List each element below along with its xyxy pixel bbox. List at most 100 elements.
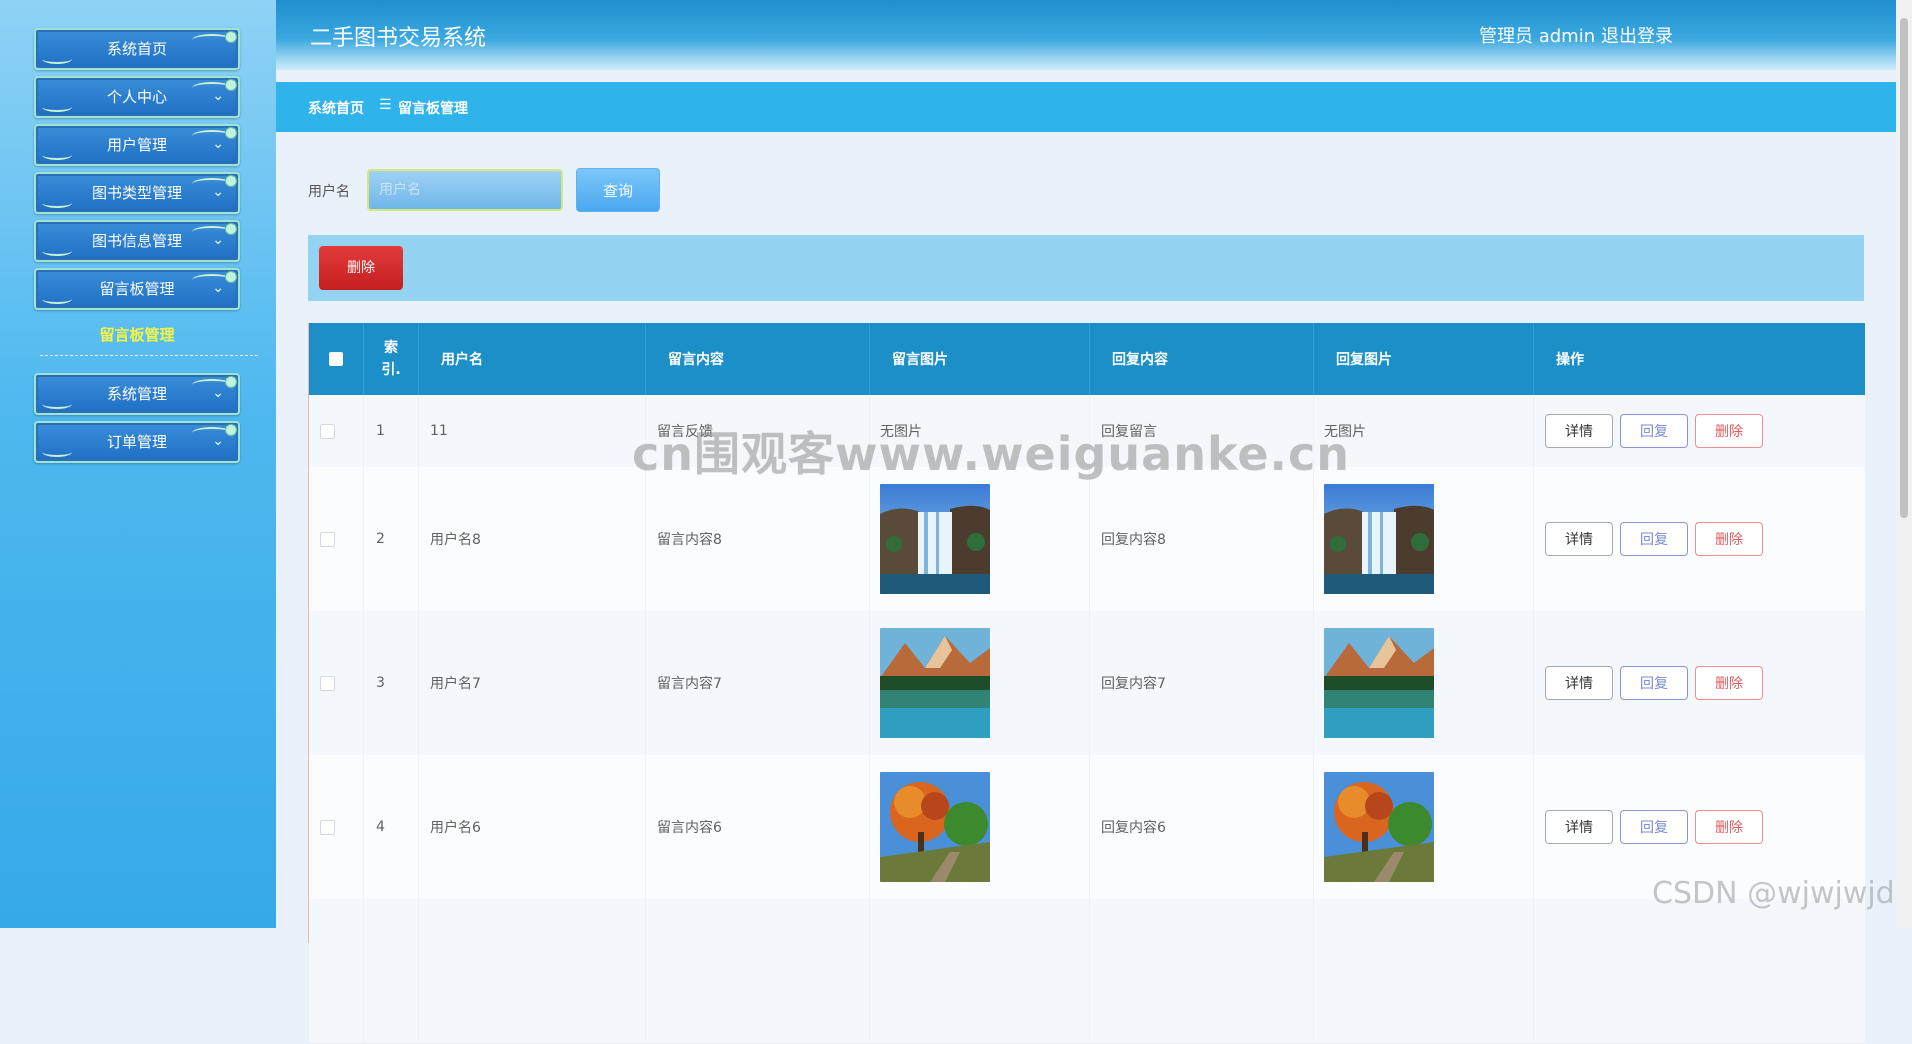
breadcrumb-current: 留言板管理 [398, 101, 468, 117]
breadcrumb-home[interactable]: 系统首页 [308, 98, 364, 118]
row-reply [1090, 899, 1314, 1043]
ornament-dot-icon [225, 79, 237, 91]
row-username: 用户名7 [419, 611, 646, 755]
sidebar-item-message-board[interactable]: ⌄ 留言板管理 [34, 268, 240, 310]
row-reply: 回复内容7 [1090, 611, 1314, 755]
row-reply-image [1314, 755, 1534, 899]
ornament-dot-icon [225, 31, 237, 43]
ornament-icon [42, 246, 72, 256]
row-reply: 回复内容8 [1090, 467, 1314, 611]
table-row: 1 11 留言反馈 无图片 回复留言 无图片 详情 回复 删除 [309, 395, 1865, 468]
row-index [364, 899, 419, 1043]
ornament-icon [42, 102, 72, 112]
search-button[interactable]: 查询 [576, 168, 660, 212]
sidebar-item-orders[interactable]: ⌄ 订单管理 [34, 421, 240, 463]
chevron-down-icon: ⌄ [212, 385, 224, 401]
reply-button[interactable]: 回复 [1620, 522, 1688, 556]
row-reply-image [1314, 611, 1534, 755]
chevron-down-icon: ⌄ [212, 433, 224, 449]
sidebar-item-label: 留言板管理 [99, 280, 175, 298]
row-image [870, 899, 1090, 1043]
delete-button[interactable]: 删除 [1695, 414, 1763, 448]
row-reply: 回复留言 [1090, 395, 1314, 467]
row-select-cell [309, 755, 364, 899]
sidebar-item-label: 订单管理 [106, 433, 167, 451]
delete-button[interactable]: 删除 [1695, 666, 1763, 700]
row-index: 4 [364, 755, 419, 899]
sidebar-item-label: 个人中心 [106, 88, 167, 106]
search-label: 用户名 [308, 184, 350, 200]
search-input[interactable] [367, 169, 563, 211]
sidebar-divider [40, 355, 258, 356]
logout-link[interactable]: 退出登录 [1601, 22, 1673, 48]
sidebar-item-label: 图书信息管理 [91, 232, 182, 250]
sidebar-item-book-types[interactable]: ⌄ 图书类型管理 [34, 172, 240, 214]
detail-button[interactable]: 详情 [1545, 810, 1613, 844]
chevron-down-icon: ⌄ [212, 88, 224, 104]
sidebar-subitem-message-board[interactable]: 留言板管理 [34, 324, 240, 345]
message-table: 索引. 用户名 留言内容 留言图片 回复内容 回复图片 操作 1 11 留言反馈 无图… [308, 323, 1865, 1044]
ornament-icon [42, 198, 72, 208]
row-select-cell [309, 467, 364, 611]
row-actions [1534, 899, 1865, 1043]
ornament-icon [42, 150, 72, 160]
chevron-down-icon: ⌄ [212, 136, 224, 152]
row-checkbox[interactable] [320, 423, 335, 439]
column-header-reply: 回复内容 [1090, 323, 1314, 395]
row-username [419, 899, 646, 1043]
ornament-icon [42, 447, 72, 457]
row-image [870, 611, 1090, 755]
detail-button[interactable]: 详情 [1545, 414, 1613, 448]
sidebar-item-personal-center[interactable]: ⌄ 个人中心 [34, 76, 240, 118]
reply-button[interactable]: 回复 [1620, 810, 1688, 844]
row-content: 留言内容6 [646, 755, 870, 899]
sidebar-item-label: 用户管理 [106, 136, 167, 154]
scrollbar[interactable] [1896, 0, 1912, 928]
breadcrumb-separator-icon: ☰ [379, 97, 392, 113]
row-reply-image [1314, 467, 1534, 611]
detail-button[interactable]: 详情 [1545, 666, 1613, 700]
sidebar: 系统首页 ⌄ 个人中心 ⌄ 用户管理 ⌄ 图书类型管理 ⌄ 图书信息管理 ⌄ 留言板管理 … [0, 0, 276, 928]
row-index: 2 [364, 467, 419, 611]
row-actions: 详情 回复 删除 [1534, 395, 1865, 467]
table-row [309, 899, 1865, 1044]
ornament-dot-icon [225, 127, 237, 139]
column-header-actions: 操作 [1556, 352, 1584, 368]
row-content [646, 899, 870, 1043]
ornament-dot-icon [225, 223, 237, 235]
row-checkbox[interactable] [320, 531, 335, 547]
row-reply: 回复内容6 [1090, 755, 1314, 899]
row-checkbox[interactable] [320, 819, 335, 835]
sidebar-item-label: 系统首页 [106, 40, 167, 58]
column-header-index-line2: 引. [381, 362, 401, 378]
ornament-dot-icon [225, 271, 237, 283]
row-actions: 详情 回复 删除 [1534, 755, 1865, 899]
chevron-down-icon: ⌄ [212, 184, 224, 200]
sidebar-item-users[interactable]: ⌄ 用户管理 [34, 124, 240, 166]
detail-button[interactable]: 详情 [1545, 522, 1613, 556]
scrollbar-thumb[interactable] [1900, 18, 1908, 518]
app-title: 二手图书交易系统 [310, 26, 487, 51]
select-all-checkbox[interactable] [329, 352, 343, 366]
sidebar-item-home[interactable]: 系统首页 [34, 28, 240, 70]
row-username: 用户名8 [419, 467, 646, 611]
sidebar-item-system[interactable]: ⌄ 系统管理 [34, 373, 240, 415]
delete-button[interactable]: 删除 [1695, 522, 1763, 556]
column-header-content: 留言内容 [646, 323, 870, 395]
ornament-dot-icon [225, 424, 237, 436]
column-header-image: 留言图片 [870, 323, 1090, 395]
row-username: 用户名6 [419, 755, 646, 899]
reply-button[interactable]: 回复 [1620, 666, 1688, 700]
delete-button[interactable]: 删除 [1695, 810, 1763, 844]
column-header-reply-image: 回复图片 [1314, 323, 1534, 395]
current-user-label: 管理员 admin [1479, 26, 1596, 47]
bulk-delete-button[interactable]: 删除 [319, 246, 403, 290]
reply-button[interactable]: 回复 [1620, 414, 1688, 448]
ornament-dot-icon [225, 376, 237, 388]
row-actions: 详情 回复 删除 [1534, 467, 1865, 611]
row-checkbox[interactable] [320, 675, 335, 691]
sidebar-item-book-info[interactable]: ⌄ 图书信息管理 [34, 220, 240, 262]
column-header-index: 索引. [364, 323, 419, 395]
row-content: 留言内容7 [646, 611, 870, 755]
chevron-up-icon: ⌄ [212, 280, 224, 296]
